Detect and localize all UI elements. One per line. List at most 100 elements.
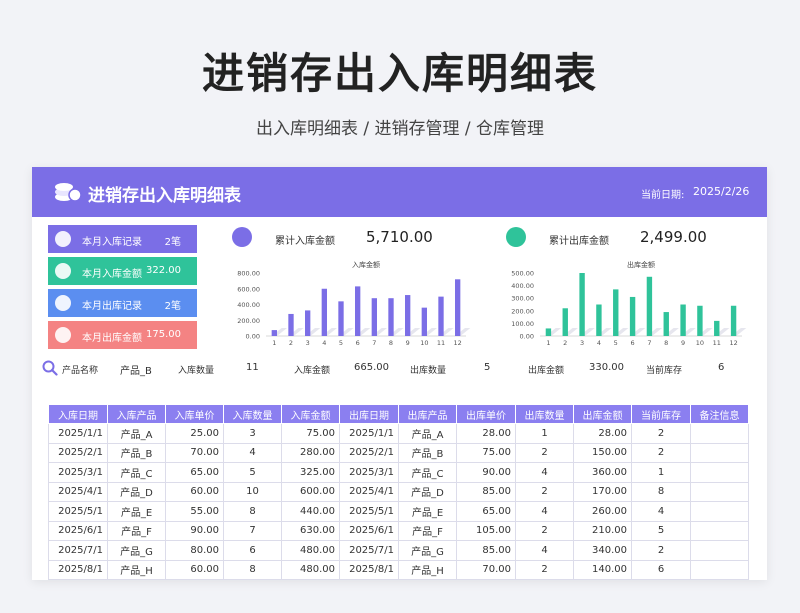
table-cell[interactable]: 2 [631, 540, 691, 561]
table-cell[interactable]: 2025/3/1 [339, 462, 399, 483]
table-cell[interactable]: 10 [223, 481, 282, 502]
table-cell[interactable]: 65.00 [456, 501, 516, 522]
column-header: 出库产品 [398, 404, 457, 424]
table-cell[interactable]: 产品_B [398, 442, 457, 463]
table-cell[interactable]: 105.00 [456, 520, 516, 541]
table-cell[interactable]: 4 [515, 540, 574, 561]
table-cell[interactable]: 90.00 [456, 462, 516, 483]
bar [421, 307, 427, 336]
table-cell[interactable]: 3 [223, 423, 282, 444]
product-name-select[interactable]: 产品_B [120, 362, 152, 377]
table-cell[interactable]: 600.00 [281, 481, 340, 502]
table-cell[interactable] [690, 423, 749, 444]
table-cell[interactable]: 8 [223, 501, 282, 522]
table-cell[interactable]: 产品_F [107, 520, 166, 541]
table-cell[interactable]: 产品_D [398, 481, 457, 502]
table-cell[interactable]: 产品_H [398, 559, 457, 580]
table-cell[interactable]: 2025/2/1 [339, 442, 399, 463]
table-cell[interactable]: 70.00 [165, 442, 224, 463]
table-cell[interactable]: 7 [223, 520, 282, 541]
table-cell[interactable]: 90.00 [165, 520, 224, 541]
table-cell[interactable]: 2025/5/1 [339, 501, 399, 522]
table-cell[interactable]: 2 [515, 520, 574, 541]
table-cell[interactable]: 4 [631, 501, 691, 522]
table-cell[interactable]: 1 [631, 462, 691, 483]
table-cell[interactable]: 2025/1/1 [48, 423, 108, 444]
table-cell[interactable]: 产品_E [107, 501, 166, 522]
table-cell[interactable]: 产品_H [107, 559, 166, 580]
table-cell[interactable]: 2025/3/1 [48, 462, 108, 483]
table-cell[interactable]: 2 [515, 442, 574, 463]
table-cell[interactable]: 480.00 [281, 559, 340, 580]
table-cell[interactable]: 85.00 [456, 481, 516, 502]
table-cell[interactable] [690, 540, 749, 561]
table-cell[interactable]: 630.00 [281, 520, 340, 541]
table-cell[interactable]: 65.00 [165, 462, 224, 483]
table-cell[interactable]: 75.00 [456, 442, 516, 463]
table-cell[interactable]: 2025/5/1 [48, 501, 108, 522]
table-cell[interactable]: 2 [515, 559, 574, 580]
table-cell[interactable] [690, 462, 749, 483]
table-cell[interactable] [690, 481, 749, 502]
table-cell[interactable] [690, 520, 749, 541]
table-cell[interactable]: 6 [631, 559, 691, 580]
table-cell[interactable]: 2025/8/1 [48, 559, 108, 580]
table-cell[interactable]: 140.00 [573, 559, 632, 580]
table-cell[interactable]: 360.00 [573, 462, 632, 483]
table-cell[interactable]: 1 [515, 423, 574, 444]
table-cell[interactable]: 60.00 [165, 559, 224, 580]
table-cell[interactable]: 产品_G [107, 540, 166, 561]
table-cell[interactable]: 2025/7/1 [339, 540, 399, 561]
table-cell[interactable]: 85.00 [456, 540, 516, 561]
table-cell[interactable]: 产品_E [398, 501, 457, 522]
table-cell[interactable]: 产品_A [107, 423, 166, 444]
table-cell[interactable]: 150.00 [573, 442, 632, 463]
table-cell[interactable]: 产品_B [107, 442, 166, 463]
table-cell[interactable]: 2025/4/1 [339, 481, 399, 502]
table-cell[interactable]: 80.00 [165, 540, 224, 561]
table-cell[interactable]: 170.00 [573, 481, 632, 502]
table-cell[interactable]: 55.00 [165, 501, 224, 522]
table-cell[interactable]: 8 [223, 559, 282, 580]
table-cell[interactable]: 2025/6/1 [48, 520, 108, 541]
table-cell[interactable]: 2025/4/1 [48, 481, 108, 502]
table-cell[interactable]: 产品_D [107, 481, 166, 502]
table-cell[interactable]: 2 [631, 442, 691, 463]
table-cell[interactable]: 28.00 [456, 423, 516, 444]
coin-icon [55, 327, 71, 343]
table-cell[interactable]: 2 [515, 481, 574, 502]
table-cell[interactable]: 28.00 [573, 423, 632, 444]
table-cell[interactable]: 260.00 [573, 501, 632, 522]
table-cell[interactable]: 2 [631, 423, 691, 444]
table-cell[interactable]: 4 [515, 501, 574, 522]
table-cell[interactable]: 产品_F [398, 520, 457, 541]
table-cell[interactable]: 25.00 [165, 423, 224, 444]
table-cell[interactable]: 4 [515, 462, 574, 483]
table-cell[interactable]: 5 [223, 462, 282, 483]
table-cell[interactable]: 6 [223, 540, 282, 561]
table-cell[interactable]: 产品_A [398, 423, 457, 444]
table-cell[interactable]: 5 [631, 520, 691, 541]
table-cell[interactable]: 280.00 [281, 442, 340, 463]
table-cell[interactable]: 产品_C [107, 462, 166, 483]
table-cell[interactable]: 75.00 [281, 423, 340, 444]
table-cell[interactable] [690, 501, 749, 522]
table-cell[interactable] [690, 442, 749, 463]
table-cell[interactable]: 480.00 [281, 540, 340, 561]
table-cell[interactable]: 产品_G [398, 540, 457, 561]
table-cell[interactable]: 4 [223, 442, 282, 463]
table-cell[interactable]: 340.00 [573, 540, 632, 561]
table-cell[interactable]: 8 [631, 481, 691, 502]
table-cell[interactable]: 70.00 [456, 559, 516, 580]
table-cell[interactable]: 产品_C [398, 462, 457, 483]
table-cell[interactable]: 2025/1/1 [339, 423, 399, 444]
table-cell[interactable]: 60.00 [165, 481, 224, 502]
table-cell[interactable]: 2025/6/1 [339, 520, 399, 541]
table-cell[interactable]: 2025/2/1 [48, 442, 108, 463]
table-cell[interactable] [690, 559, 749, 580]
table-cell[interactable]: 210.00 [573, 520, 632, 541]
table-cell[interactable]: 2025/7/1 [48, 540, 108, 561]
table-cell[interactable]: 325.00 [281, 462, 340, 483]
table-cell[interactable]: 440.00 [281, 501, 340, 522]
table-cell[interactable]: 2025/8/1 [339, 559, 399, 580]
